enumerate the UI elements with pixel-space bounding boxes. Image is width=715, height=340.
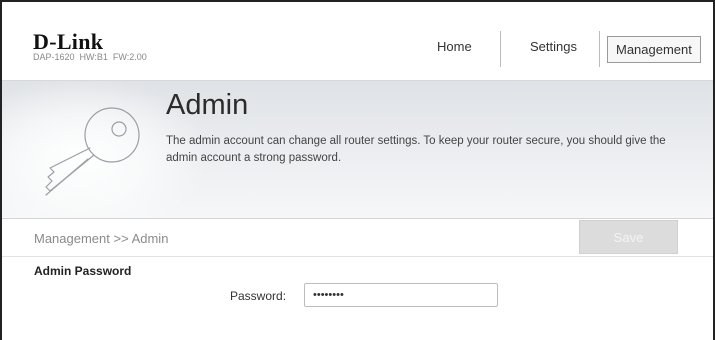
router-admin-window: D-Link DAP-1620 HW:B1 FW:2.00 Home Setti… xyxy=(0,0,715,340)
password-label: Password: xyxy=(230,289,287,303)
model-info: DAP-1620 HW:B1 FW:2.00 xyxy=(33,52,147,62)
header: D-Link DAP-1620 HW:B1 FW:2.00 Home Setti… xyxy=(2,2,713,81)
password-input[interactable]: •••••••• xyxy=(304,283,498,307)
key-icon xyxy=(22,103,152,208)
section-title-admin-password: Admin Password xyxy=(34,264,132,278)
nav-settings[interactable]: Settings xyxy=(530,39,577,54)
save-button[interactable]: Save xyxy=(579,220,678,254)
toolbar-row: Management >> Admin Save xyxy=(2,219,713,257)
page-description: The admin account can change all router … xyxy=(166,135,666,164)
nav-divider xyxy=(500,31,501,67)
page-banner: Admin The admin account can change all r… xyxy=(2,81,713,219)
page-title: Admin xyxy=(166,89,249,121)
nav-divider xyxy=(599,31,600,67)
nav-management[interactable]: Management xyxy=(607,36,701,63)
breadcrumb: Management >> Admin xyxy=(34,231,169,246)
nav-home[interactable]: Home xyxy=(437,39,472,54)
